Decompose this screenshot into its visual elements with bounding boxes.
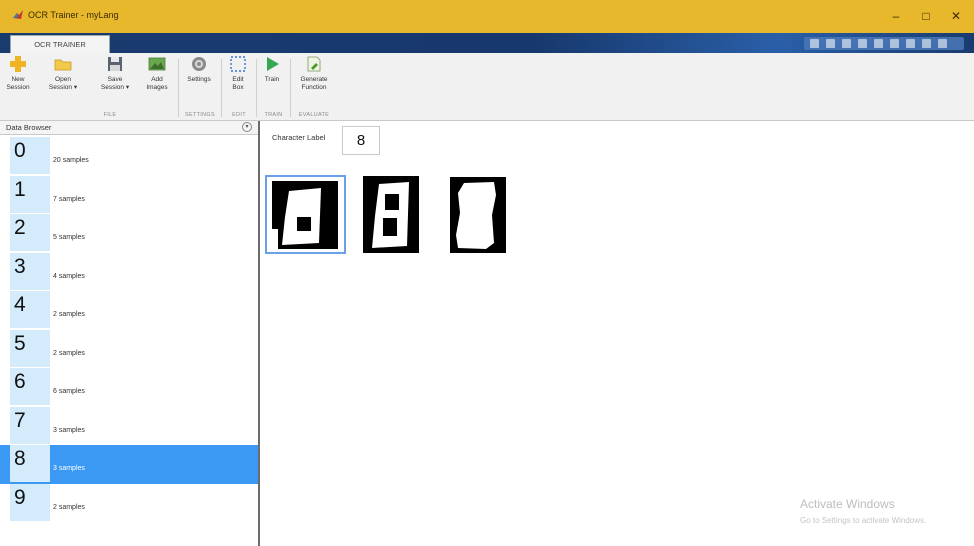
floppy-disk-icon — [108, 57, 122, 71]
tab-strip: OCR TRAINER — [0, 33, 974, 53]
gear-icon — [192, 57, 206, 71]
train-label: Train — [264, 76, 280, 83]
add-images-label: Add Images — [146, 76, 168, 91]
sample-count: 6 samples — [53, 388, 85, 395]
digit-tile: 7 — [10, 406, 50, 444]
save-session-button[interactable]: Save Session ▾ — [94, 55, 136, 92]
list-item[interactable]: 6 6 samples — [0, 368, 258, 407]
quick-access-button[interactable] — [858, 39, 867, 48]
edit-box-button[interactable]: Edit Box — [224, 55, 252, 92]
list-item-selected[interactable]: 8 3 samples — [0, 445, 258, 484]
sample-count: 20 samples — [53, 157, 89, 164]
quick-access-button[interactable] — [874, 39, 883, 48]
character-label-input[interactable]: 8 — [342, 126, 380, 155]
dashed-box-icon — [230, 56, 246, 72]
save-session-label: Save Session ▾ — [100, 76, 130, 91]
digit-tile: 6 — [10, 368, 50, 405]
matlab-logo-icon — [13, 10, 23, 19]
list-item[interactable]: 2 5 samples — [0, 214, 258, 253]
digit-tile: 0 — [10, 137, 50, 174]
quick-access-button[interactable] — [826, 39, 835, 48]
train-button[interactable]: Train — [259, 55, 285, 84]
digit-tile: 3 — [10, 252, 50, 290]
digit-tile: 5 — [10, 329, 50, 367]
group-label-train: TRAIN — [264, 112, 283, 118]
group-label-settings: SETTINGS — [185, 112, 215, 118]
settings-label: Settings — [187, 76, 211, 83]
image-icon — [148, 57, 166, 71]
folder-icon — [54, 59, 72, 71]
close-button[interactable]: ✕ — [943, 6, 969, 26]
collapse-panel-icon[interactable]: ▾ — [242, 122, 252, 132]
generate-function-button[interactable]: Generate Function — [293, 55, 335, 92]
open-session-button[interactable]: Open Session ▾ — [42, 55, 84, 92]
list-item[interactable]: 9 2 samples — [0, 483, 258, 523]
list-item[interactable]: 3 4 samples — [0, 252, 258, 292]
data-browser-header: Data Browser ▾ — [0, 121, 258, 135]
sample-count: 7 samples — [53, 195, 85, 203]
quick-access-button[interactable] — [906, 39, 915, 48]
quick-access-toolbar — [804, 37, 964, 50]
sample-image — [363, 176, 419, 253]
new-session-label: New Session — [6, 76, 30, 91]
group-separator — [256, 59, 257, 117]
window-title: OCR Trainer - myLang — [28, 10, 119, 20]
help-icon[interactable] — [938, 39, 947, 48]
list-item[interactable]: 4 2 samples — [0, 291, 258, 330]
group-separator — [221, 59, 222, 117]
sample-thumbnail-selected[interactable] — [265, 175, 346, 254]
group-label-evaluate: EVALUATE — [298, 112, 330, 118]
group-label-edit: EDIT — [232, 112, 246, 118]
settings-button[interactable]: Settings — [182, 55, 216, 84]
quick-access-button[interactable] — [810, 39, 819, 48]
sample-thumbnail[interactable] — [450, 177, 506, 253]
toolstrip: New Session Open Session ▾ Save Session … — [0, 53, 974, 121]
sample-count: 3 samples — [53, 426, 85, 434]
sample-count: 4 samples — [53, 272, 85, 280]
sample-image — [267, 177, 344, 252]
plus-icon — [10, 56, 26, 72]
play-icon — [267, 57, 279, 71]
digit-tile: 8 — [10, 445, 50, 482]
maximize-button[interactable]: □ — [913, 6, 939, 26]
digit-tile: 1 — [10, 175, 50, 213]
minimize-button[interactable]: – — [883, 6, 909, 26]
data-browser-panel: Data Browser ▾ 0 20 samples 1 7 samples … — [0, 121, 260, 546]
character-label-caption: Character Label — [272, 133, 326, 142]
list-item[interactable]: 7 3 samples — [0, 406, 258, 446]
title-bar: OCR Trainer - myLang – □ ✕ — [0, 0, 974, 33]
sample-count: 5 samples — [53, 234, 85, 241]
sample-thumbnail[interactable] — [363, 176, 419, 253]
group-separator — [178, 59, 179, 117]
quick-access-button[interactable] — [842, 39, 851, 48]
list-item[interactable]: 5 2 samples — [0, 329, 258, 369]
sample-count: 2 samples — [53, 503, 85, 511]
sample-count: 3 samples — [53, 465, 85, 472]
quick-access-button[interactable] — [890, 39, 899, 48]
group-separator — [290, 59, 291, 117]
tab-ocr-trainer[interactable]: OCR TRAINER — [10, 35, 110, 53]
list-item[interactable]: 1 7 samples — [0, 175, 258, 215]
list-item[interactable]: 0 20 samples — [0, 137, 258, 176]
data-browser-title: Data Browser — [6, 123, 52, 132]
sample-count: 2 samples — [53, 349, 85, 357]
activation-watermark-subtitle: Go to Settings to activate Windows. — [800, 516, 927, 525]
digit-tile: 2 — [10, 214, 50, 251]
group-label-file: FILE — [103, 112, 117, 118]
generate-function-icon — [307, 56, 321, 72]
sample-count: 2 samples — [53, 311, 85, 318]
sample-image — [450, 177, 506, 253]
digit-tile: 9 — [10, 483, 50, 521]
digit-tile: 4 — [10, 291, 50, 328]
open-session-label: Open Session ▾ — [48, 76, 78, 91]
new-session-button[interactable]: New Session — [2, 55, 34, 92]
add-images-button[interactable]: Add Images — [140, 55, 174, 92]
quick-access-button[interactable] — [922, 39, 931, 48]
edit-box-label: Edit Box — [232, 76, 244, 91]
activation-watermark-title: Activate Windows — [800, 497, 895, 511]
generate-function-label: Generate Function — [300, 76, 328, 91]
